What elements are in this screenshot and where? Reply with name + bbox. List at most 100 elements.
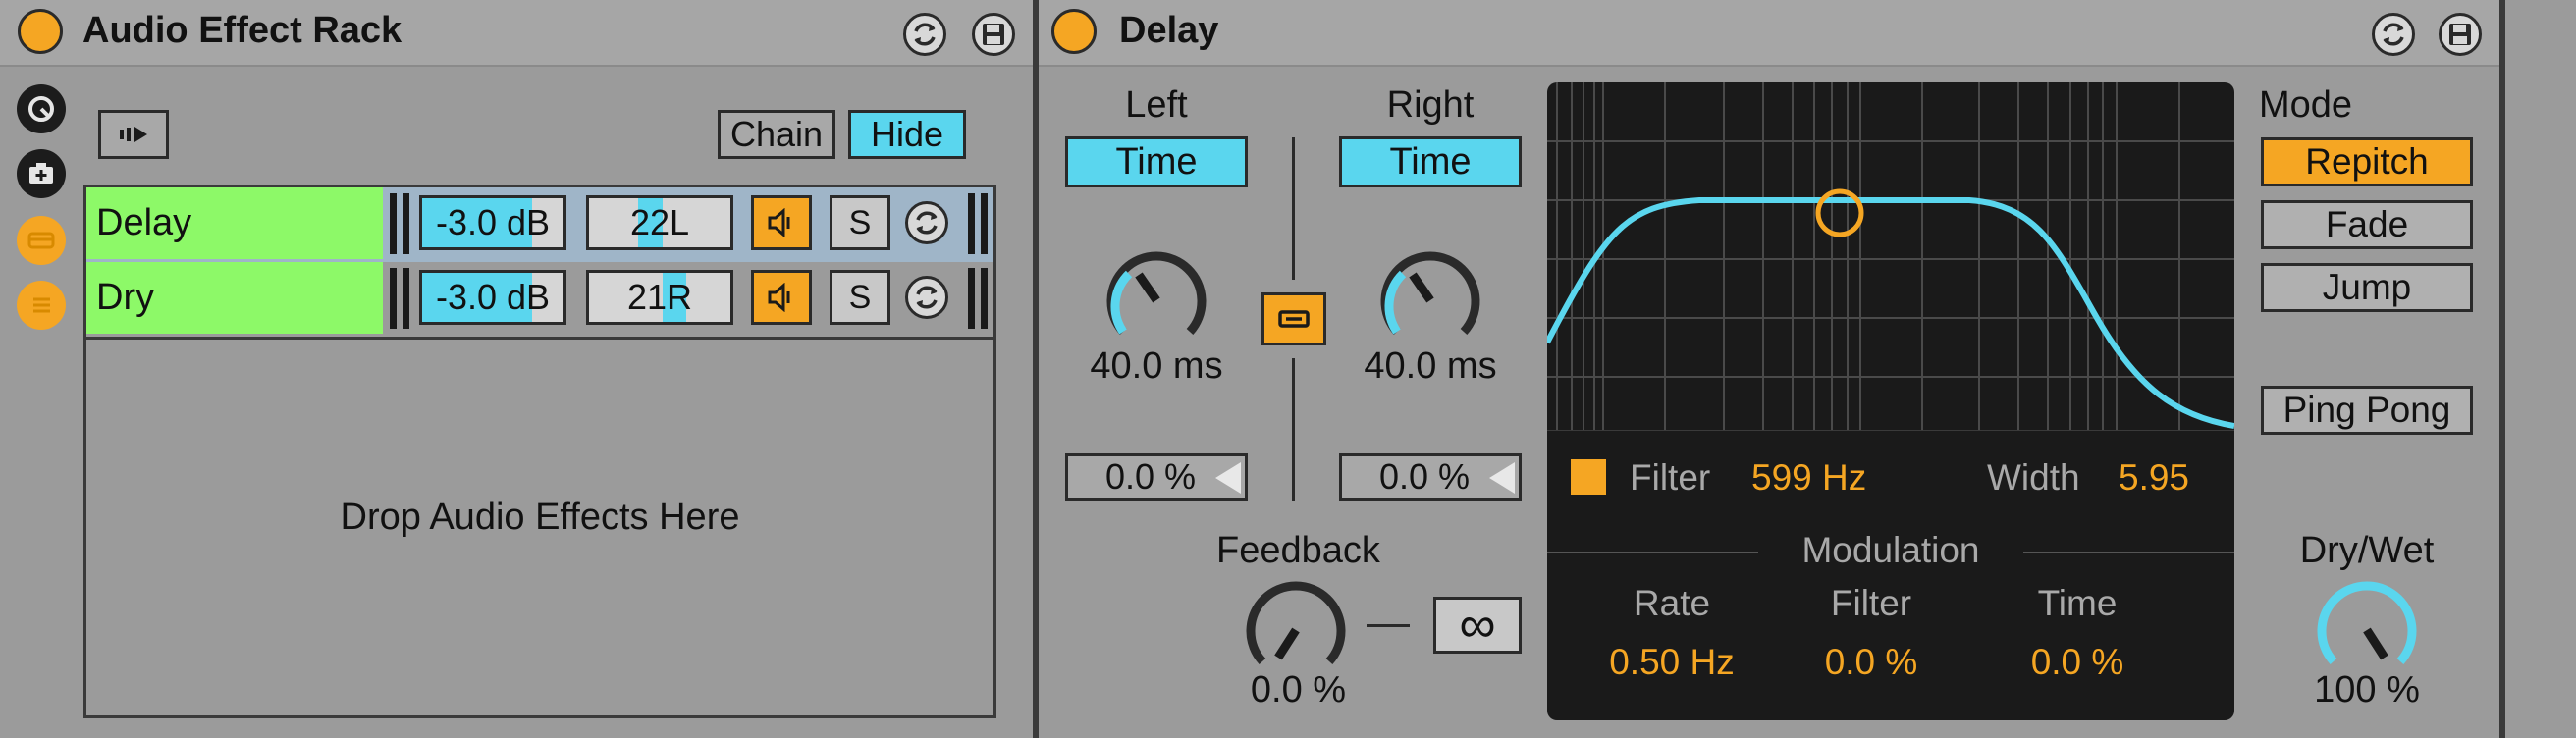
hot-swap-icon (914, 23, 936, 46)
hot-swap-icon (2383, 23, 2404, 46)
live-device-chain: Audio Effect Rack Chain Hide Delay -3.0 … (0, 0, 2576, 738)
chain-activator-button[interactable] (751, 270, 812, 325)
chain-volume-field[interactable]: -3.0 dB (419, 195, 566, 250)
chain-pan-field[interactable]: 21R (586, 270, 733, 325)
left-channel-label: Left (1125, 84, 1188, 126)
mod-time-label: Time (2037, 583, 2118, 623)
macro-knob-icon (28, 96, 54, 122)
chain-pan-value: 22L (629, 202, 690, 242)
right-offset-value: 0.0 % (1379, 456, 1471, 497)
delay-power-button[interactable] (1051, 9, 1097, 54)
chain-volume-value: -3.0 dB (435, 202, 551, 242)
chain-activator-button[interactable] (751, 195, 812, 250)
mod-filter-label: Filter (1830, 583, 1912, 623)
device-list-icon (33, 297, 50, 313)
filter-frequency-value[interactable]: 599 Hz (1751, 457, 1866, 499)
chain-output-meter (968, 268, 988, 329)
width-label: Width (1987, 457, 2080, 498)
filter-curve-display[interactable] (1547, 82, 2234, 431)
left-time-mode-button[interactable]: Time (1065, 136, 1248, 187)
chain-row-delay[interactable]: Delay -3.0 dB 22L S (86, 187, 993, 265)
mode-fade-button[interactable]: Fade (2261, 200, 2473, 249)
chain-row-dry[interactable]: Dry -3.0 dB 21R S (86, 262, 993, 340)
freeze-button[interactable]: ∞ (1433, 597, 1522, 654)
offset-arrow-icon (1215, 462, 1241, 494)
chain-hot-swap-button[interactable] (905, 201, 948, 244)
chain-solo-button[interactable]: S (830, 195, 890, 250)
show-macros-button[interactable] (17, 84, 66, 133)
right-offset-field[interactable]: 0.0 % (1339, 453, 1522, 501)
show-devices-button[interactable] (17, 281, 66, 330)
chain-list[interactable]: Delay -3.0 dB 22L S Dry -3.0 dB 21R S Dr… (83, 184, 996, 718)
chain-name[interactable]: Delay (86, 187, 383, 259)
modulation-label: Modulation (1801, 530, 1980, 570)
camera-plus-icon (29, 163, 53, 184)
right-time-knob[interactable] (1373, 243, 1487, 357)
ping-pong-button[interactable]: Ping Pong (2261, 386, 2473, 435)
mod-filter-value[interactable]: 0.0 % (1783, 642, 1959, 683)
mod-rate-value[interactable]: 0.50 Hz (1569, 642, 1775, 683)
mode-repitch-button[interactable]: Repitch (2261, 137, 2473, 186)
auto-select-icon (120, 127, 147, 142)
dry-wet-label: Dry/Wet (2299, 530, 2435, 571)
rack-title: Audio Effect Rack (82, 10, 402, 51)
chain-pan-value: 21R (626, 277, 693, 317)
hot-swap-icon (916, 286, 938, 309)
left-offset-value: 0.0 % (1105, 456, 1197, 497)
left-time-value: 40.0 ms (1090, 345, 1223, 387)
chain-solo-button[interactable]: S (830, 270, 890, 325)
save-icon (983, 24, 1004, 45)
chain-pan-field[interactable]: 22L (586, 195, 733, 250)
filter-on-toggle[interactable] (1571, 459, 1606, 495)
delay-titlebar: Delay (1039, 0, 2499, 67)
modulation-rule-right (2023, 552, 2234, 554)
right-time-mode-button[interactable]: Time (1339, 136, 1522, 187)
mode-jump-button[interactable]: Jump (2261, 263, 2473, 312)
width-value[interactable]: 5.95 (2119, 457, 2189, 499)
chain-volume-field[interactable]: -3.0 dB (419, 270, 566, 325)
speaker-icon (768, 283, 790, 312)
chain-select-button[interactable]: Chain (718, 110, 835, 159)
chain-volume-value: -3.0 dB (435, 277, 551, 317)
auto-select-button[interactable] (98, 110, 169, 159)
hide-button[interactable]: Hide (848, 110, 966, 159)
rack-power-button[interactable] (18, 9, 63, 54)
empty-drop-area[interactable] (2505, 0, 2576, 738)
link-line-bottom (1292, 358, 1295, 501)
dry-wet-value: 100 % (2314, 669, 2420, 711)
chain-meter (390, 268, 409, 329)
delay-save-preset-button[interactable] (2439, 13, 2482, 56)
chain-list-icon (27, 232, 55, 249)
drop-zone-text: Drop Audio Effects Here (340, 497, 740, 538)
chain-hot-swap-button[interactable] (905, 276, 948, 319)
filter-display-panel: Filter 599 Hz Width 5.95 Modulation Rate… (1547, 82, 2234, 720)
chain-output-meter (968, 193, 988, 254)
link-channels-button[interactable] (1261, 292, 1326, 345)
chain-meter (390, 193, 409, 254)
delay-hot-swap-button[interactable] (2372, 13, 2415, 56)
rack-save-preset-button[interactable] (972, 13, 1015, 56)
mode-label: Mode (2259, 84, 2353, 126)
freeze-connector (1367, 624, 1410, 627)
show-chain-list-button[interactable] (17, 216, 66, 265)
mod-time-value[interactable]: 0.0 % (1989, 642, 2166, 683)
rack-hot-swap-button[interactable] (903, 13, 946, 56)
left-time-knob[interactable] (1100, 243, 1213, 357)
hot-swap-icon (916, 211, 938, 235)
right-channel-label: Right (1386, 84, 1475, 126)
modulation-rule-left (1547, 552, 1758, 554)
save-icon (2449, 24, 2471, 45)
feedback-value: 0.0 % (1250, 669, 1347, 711)
show-randomize-button[interactable] (17, 149, 66, 198)
chain-name[interactable]: Dry (86, 262, 383, 334)
filter-label: Filter (1630, 457, 1711, 498)
link-icon (1278, 310, 1310, 328)
speaker-icon (768, 208, 790, 237)
left-offset-field[interactable]: 0.0 % (1065, 453, 1248, 501)
right-time-value: 40.0 ms (1364, 345, 1497, 387)
audio-effect-rack: Audio Effect Rack Chain Hide Delay -3.0 … (0, 0, 1033, 738)
rack-titlebar: Audio Effect Rack (0, 0, 1033, 67)
link-line-top (1292, 137, 1295, 280)
mod-rate-label: Rate (1633, 583, 1711, 623)
offset-arrow-icon (1489, 462, 1515, 494)
